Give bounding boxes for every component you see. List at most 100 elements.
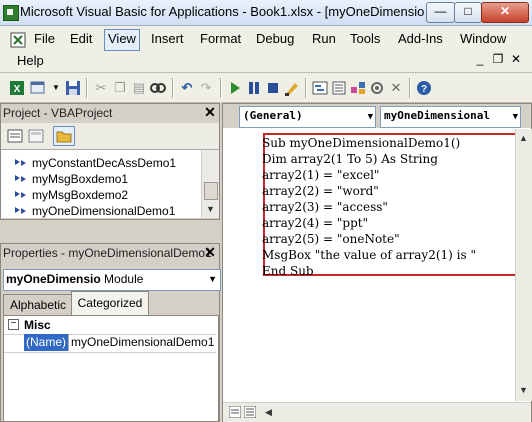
project-panel-close-button[interactable]: ✕ (203, 105, 217, 120)
project-explorer-panel: Project - VBAProject ✕ myConstantDecAssD… (0, 103, 220, 220)
find-icon[interactable] (149, 79, 167, 97)
object-selector-dropdown[interactable]: myOneDimensio Module ▼ (3, 269, 221, 291)
chevron-down-icon[interactable]: ▼ (513, 108, 518, 126)
object-combo[interactable]: (General) ▼ (239, 106, 376, 128)
excel-icon[interactable]: X (8, 79, 26, 97)
redo-icon[interactable]: ↷ (197, 79, 215, 97)
collapse-icon[interactable]: − (8, 319, 19, 330)
break-icon[interactable] (245, 79, 263, 97)
tab-categorized[interactable]: Categorized (71, 291, 149, 316)
module-icon (15, 191, 26, 198)
menu-debug[interactable]: Debug (253, 29, 297, 49)
category-label: Misc (24, 318, 51, 332)
properties-grid: − Misc (Name) myOneDimensionalDemo1 (3, 315, 219, 422)
mdi-restore-button[interactable]: ❐ (490, 51, 506, 67)
tree-item-module[interactable]: myOneDimensionalDemo1 (15, 203, 176, 218)
tree-item-label: myOneDimensionalDemo1 (32, 204, 176, 218)
menu-format[interactable]: Format (197, 29, 244, 49)
standard-toolbar: X ▼ ✂ ❐ ▤ ↶ ↷ ✕ ? (0, 73, 532, 103)
toggle-folders-icon[interactable] (53, 126, 75, 146)
mdi-minimize-button[interactable]: _ (472, 51, 488, 67)
code-line[interactable]: End Sub (262, 263, 314, 279)
menu-help[interactable]: Help (14, 51, 47, 71)
svg-text:?: ? (421, 84, 427, 95)
tools-icon[interactable]: ✕ (387, 79, 405, 97)
category-row[interactable]: − Misc (4, 316, 216, 335)
menu-insert[interactable]: Insert (148, 29, 187, 49)
view-code-icon[interactable] (7, 128, 23, 144)
code-vertical-scrollbar[interactable]: ▲ ▼ (515, 129, 532, 401)
tree-item-module[interactable]: myMsgBoxdemo1 (15, 171, 128, 187)
properties-icon[interactable] (330, 79, 348, 97)
properties-panel-close-button[interactable]: ✕ (203, 245, 217, 260)
vba-app-icon (3, 5, 19, 21)
reset-icon[interactable] (264, 79, 282, 97)
object-combo-value: (General) (243, 109, 303, 122)
code-line[interactable]: MsgBox "the value of array2(1) is " (262, 247, 476, 263)
menu-tools[interactable]: Tools (347, 29, 383, 49)
menu-file[interactable]: File (31, 29, 58, 49)
procedure-combo[interactable]: myOneDimensional ▼ (380, 106, 521, 128)
property-row[interactable]: (Name) myOneDimensionalDemo1 (4, 334, 216, 353)
menu-add-ins[interactable]: Add-Ins (395, 29, 446, 49)
module-icon (15, 207, 26, 214)
maximize-button[interactable]: □ (454, 2, 482, 23)
scroll-down-icon[interactable]: ▼ (516, 383, 531, 398)
scrollbar-thumb[interactable] (204, 182, 218, 200)
menu-window[interactable]: Window (457, 29, 509, 49)
object-browser-icon[interactable] (349, 79, 367, 97)
save-icon[interactable] (64, 79, 82, 97)
view-object-icon[interactable] (28, 128, 44, 144)
help-icon[interactable]: ? (415, 79, 433, 97)
cut-icon[interactable]: ✂ (92, 79, 110, 97)
run-icon[interactable] (226, 79, 244, 97)
code-horizontal-scrollbar[interactable]: ◀ (223, 402, 531, 422)
scroll-left-icon[interactable]: ◀ (261, 405, 276, 420)
code-line[interactable]: array2(5) = "oneNote" (262, 231, 400, 247)
property-value[interactable]: myOneDimensionalDemo1 (71, 334, 214, 351)
code-window-icon[interactable] (10, 32, 26, 48)
code-line[interactable]: array2(2) = "word" (262, 183, 379, 199)
code-line[interactable]: array2(1) = "excel" (262, 167, 379, 183)
dropdown-arrow-icon[interactable]: ▼ (47, 79, 65, 97)
menu-edit[interactable]: Edit (67, 29, 95, 49)
copy-icon[interactable]: ❐ (111, 79, 129, 97)
scroll-down-icon[interactable]: ▼ (203, 202, 218, 217)
procedure-view-icon[interactable] (229, 406, 241, 418)
paste-icon[interactable]: ▤ (130, 79, 148, 97)
tree-item-label: myConstantDecAssDemo1 (32, 156, 177, 170)
project-explorer-icon[interactable] (311, 79, 329, 97)
toolbox-icon[interactable] (368, 79, 386, 97)
code-window: (General) ▼ myOneDimensional ▼ Sub myOne… (222, 103, 532, 422)
code-line[interactable]: array2(4) = "ppt" (262, 215, 368, 231)
insert-module-icon[interactable] (29, 79, 47, 97)
properties-panel-title: Properties - myOneDimensionalDemo1 (1, 244, 219, 263)
chevron-down-icon[interactable]: ▼ (208, 270, 217, 288)
minimize-button[interactable]: — (426, 2, 455, 23)
design-mode-icon[interactable] (283, 79, 301, 97)
code-line[interactable]: Dim array2(1 To 5) As String (262, 151, 438, 167)
procedure-combo-value: myOneDimensional (384, 109, 490, 122)
code-editor[interactable]: Sub myOneDimensionalDemo1() Dim array2(1… (223, 129, 525, 401)
project-toolbar (1, 123, 219, 150)
project-panel-title: Project - VBAProject (1, 104, 219, 123)
project-scrollbar[interactable]: ▼ (201, 150, 219, 218)
close-button[interactable]: ✕ (481, 2, 529, 23)
tree-item-module[interactable]: myMsgBoxdemo2 (15, 187, 128, 203)
tree-item-module[interactable]: myConstantDecAssDemo1 (15, 155, 177, 171)
code-line[interactable]: Sub myOneDimensionalDemo1() (262, 135, 460, 151)
menu-view[interactable]: View (104, 29, 140, 51)
full-module-view-icon[interactable] (244, 406, 256, 418)
menu-run[interactable]: Run (309, 29, 339, 49)
menu-bar: File Edit View Insert Format Debug Run T… (0, 26, 532, 73)
module-icon (15, 175, 26, 182)
code-line[interactable]: array2(3) = "access" (262, 199, 388, 215)
undo-icon[interactable]: ↶ (178, 79, 196, 97)
tab-alphabetic[interactable]: Alphabetic (3, 294, 73, 315)
svg-text:X: X (14, 84, 21, 95)
project-tree: myConstantDecAssDemo1 myMsgBoxdemo1 myMs… (1, 150, 201, 218)
mdi-close-button[interactable]: ✕ (508, 51, 524, 67)
code-combos: (General) ▼ myOneDimensional ▼ (223, 104, 531, 128)
chevron-down-icon[interactable]: ▼ (368, 108, 373, 126)
scroll-up-icon[interactable]: ▲ (516, 131, 531, 146)
